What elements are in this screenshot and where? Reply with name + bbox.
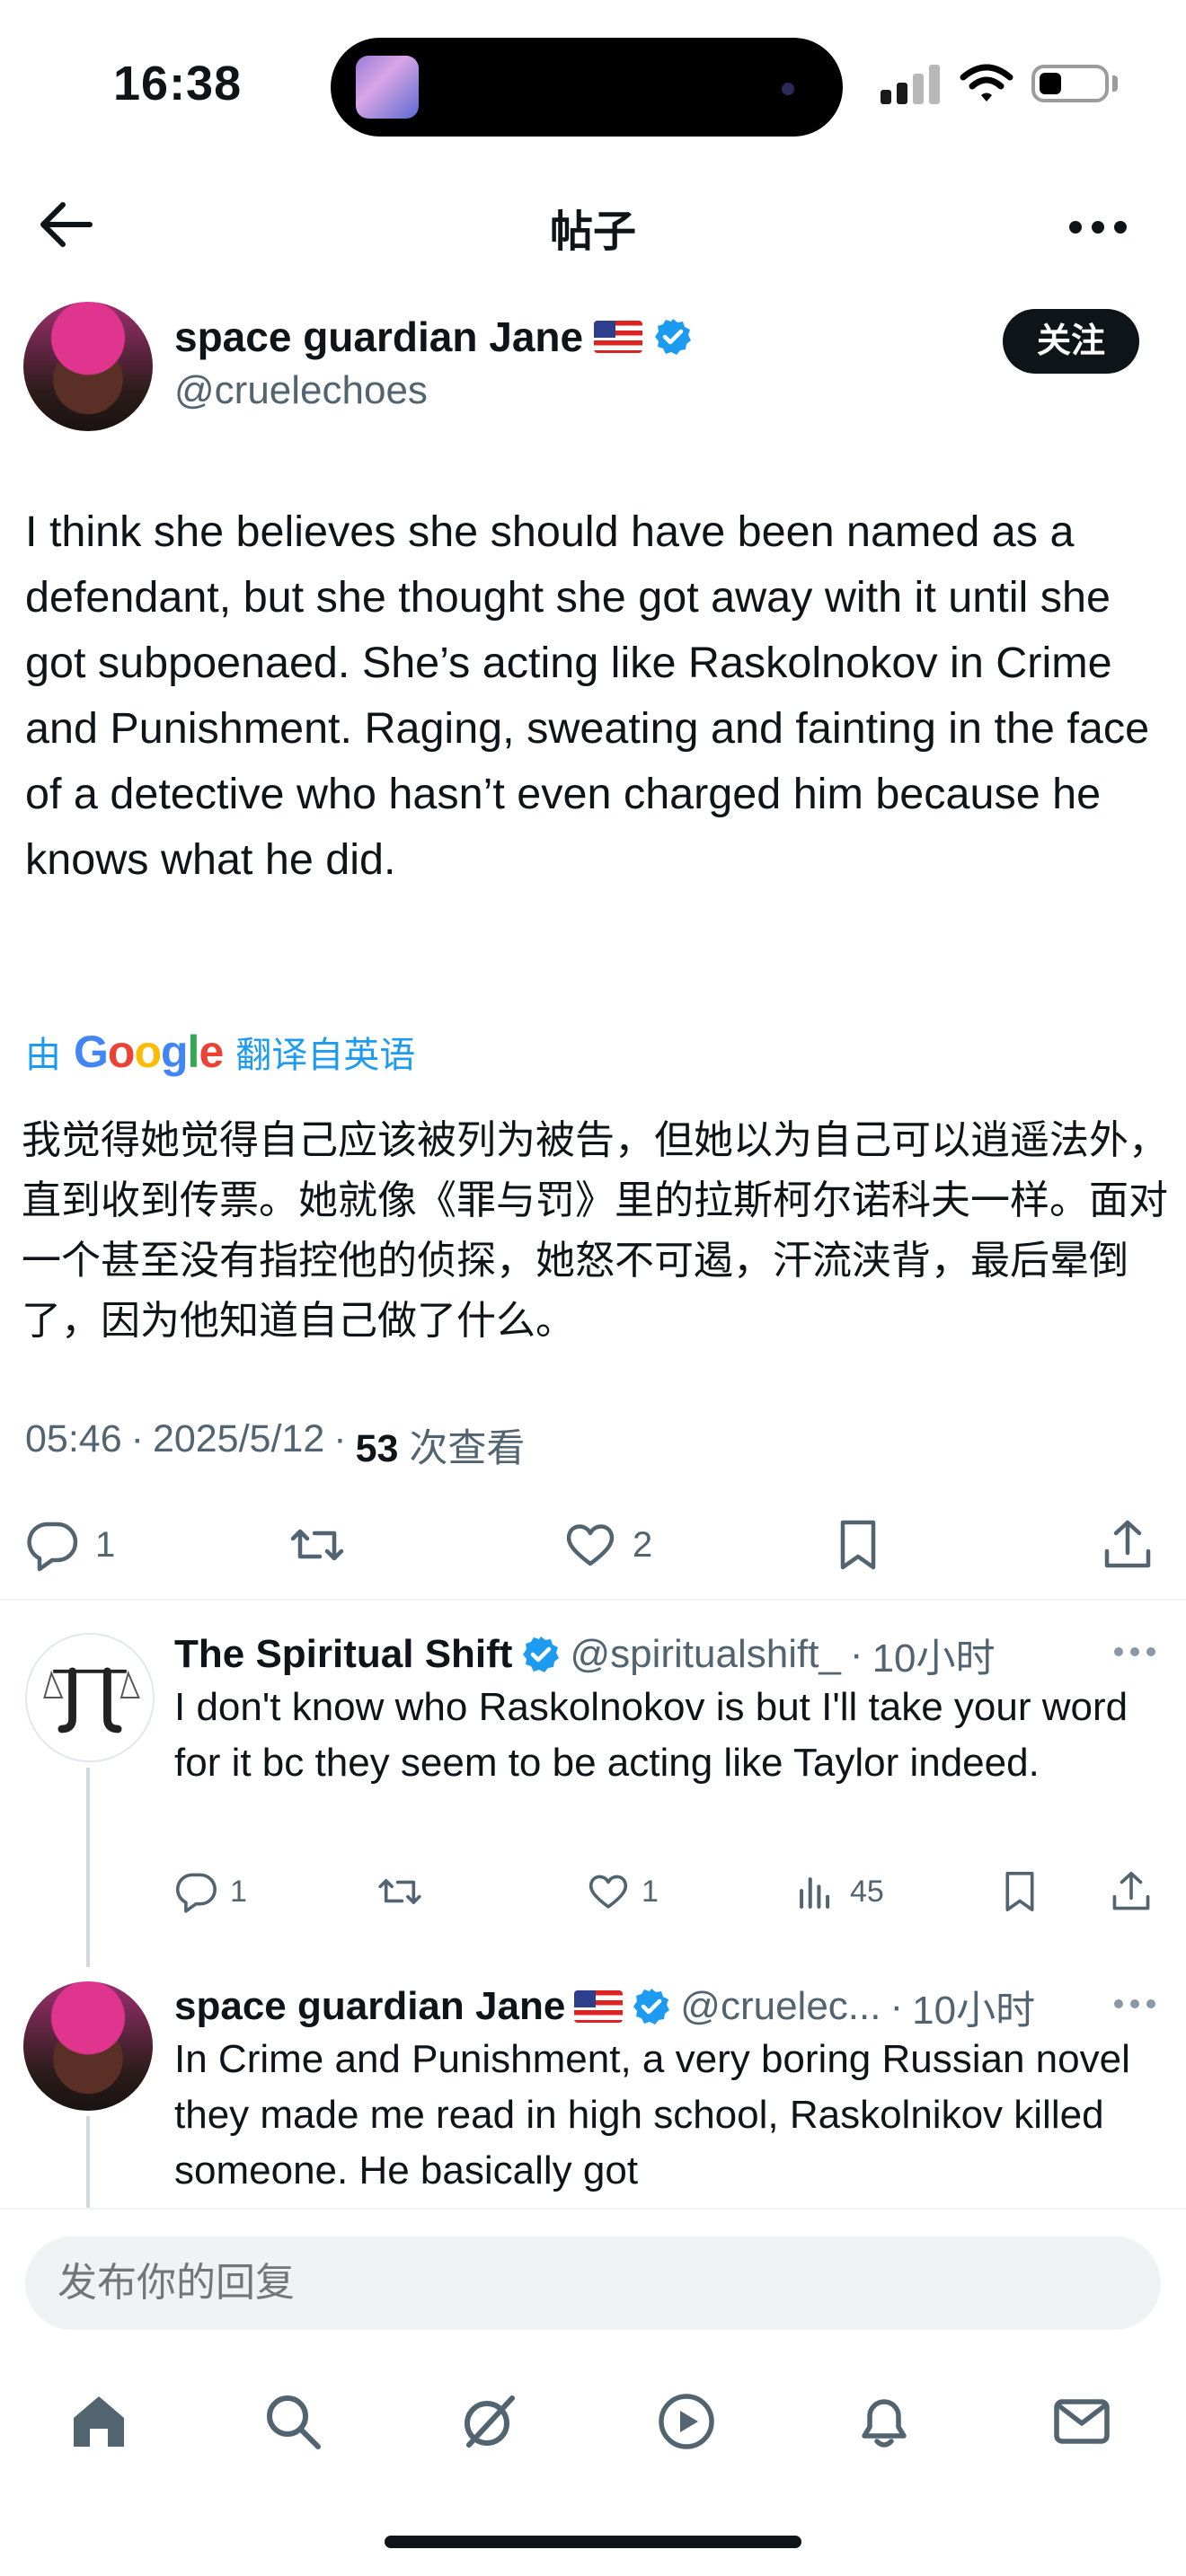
reply-action-bar: 1 1 45 — [0, 1865, 1186, 1919]
author-handle[interactable]: @cruelechoes — [174, 368, 428, 413]
reply-avatar[interactable] — [23, 1981, 153, 2111]
post-action-bar: 1 2 — [0, 1509, 1186, 1599]
follow-button[interactable]: 关注 — [1003, 309, 1139, 374]
share-icon — [1104, 1520, 1151, 1568]
reply-author-name[interactable]: space guardian Jane — [174, 1984, 565, 2029]
search-icon[interactable] — [261, 2389, 325, 2454]
like-count: 2 — [633, 1524, 653, 1565]
reply-author-handle[interactable]: @cruelec... — [680, 1984, 881, 2029]
view-count: 45 — [850, 1874, 884, 1909]
retweet-button[interactable] — [377, 1865, 422, 1919]
us-flag-icon — [594, 321, 643, 353]
verified-icon — [523, 1636, 560, 1672]
share-button[interactable] — [1100, 1509, 1155, 1581]
bookmark-button[interactable] — [830, 1509, 886, 1581]
reply-age: 10小时 — [872, 1636, 996, 1681]
reply-icon — [175, 1873, 217, 1913]
divider — [0, 1599, 1186, 1601]
analytics-icon — [800, 1877, 830, 1909]
status-time: 16:38 — [113, 57, 243, 110]
grok-icon[interactable] — [456, 2389, 521, 2454]
like-button[interactable]: 2 — [562, 1509, 652, 1581]
reply-author-handle[interactable]: @spiritualshift_ — [570, 1632, 840, 1677]
more-icon[interactable] — [1069, 221, 1127, 235]
reply-age: 10小时 — [912, 1989, 1036, 2033]
reply-button[interactable]: 1 — [174, 1865, 247, 1919]
like-button[interactable]: 1 — [586, 1865, 659, 1919]
reply-header: The Spiritual Shift @spiritualshift_ · 1… — [174, 1626, 996, 1683]
dynamic-island[interactable] — [331, 38, 843, 137]
translate-prefix: 由 — [25, 1036, 61, 1075]
reply-icon — [27, 1522, 78, 1572]
share-button[interactable] — [1109, 1865, 1154, 1919]
scales-logo-icon — [43, 1667, 140, 1734]
now-playing-artwork — [356, 56, 419, 119]
notifications-icon[interactable] — [852, 2389, 916, 2454]
reply-count: 1 — [230, 1874, 247, 1909]
translate-suffix[interactable]: 翻译自英语 — [235, 1026, 415, 1078]
retweet-icon — [378, 1879, 421, 1904]
cellular-signal-icon — [881, 65, 943, 104]
verified-icon — [655, 319, 692, 355]
thread-line — [86, 2116, 90, 2208]
top-bar: 帖子 — [0, 171, 1186, 278]
reply-button[interactable]: 1 — [25, 1509, 115, 1581]
author-name[interactable]: space guardian Jane — [174, 313, 583, 361]
reply-composer-input[interactable] — [25, 2236, 1161, 2330]
post-date: 2025/5/12 — [152, 1417, 325, 1460]
author-avatar[interactable] — [23, 302, 153, 431]
home-icon[interactable] — [66, 2389, 131, 2454]
bookmark-icon — [1005, 1872, 1034, 1911]
post-text: I think she believes she should have bee… — [25, 507, 1150, 884]
like-icon — [566, 1524, 615, 1566]
like-icon — [589, 1875, 628, 1909]
google-logo: Google — [74, 1027, 224, 1077]
bookmark-icon — [840, 1520, 876, 1570]
view-count-label: 次查看 — [409, 1427, 526, 1470]
messages-icon[interactable] — [1049, 2389, 1114, 2454]
view-count[interactable]: 53 次查看 — [356, 1417, 526, 1473]
analytics-button[interactable]: 45 — [794, 1865, 884, 1919]
translated-text: 我觉得她觉得自己应该被列为被告，但她以为自己可以逍遥法外，直到收到传票。她就像《… — [22, 1118, 1168, 1343]
retweet-icon — [290, 1529, 344, 1561]
tab-bar — [0, 2362, 1186, 2470]
more-icon[interactable] — [1114, 1999, 1155, 2010]
view-count-number: 53 — [355, 1427, 399, 1470]
reply-header: space guardian Jane @cruelec... · 10小时 — [174, 1978, 1035, 2035]
battery-cap — [1112, 75, 1118, 92]
post-meta: 05:46 · 2025/5/12 · 53 次查看 — [25, 1417, 525, 1473]
reply-count: 1 — [95, 1524, 116, 1565]
more-icon[interactable] — [1114, 1647, 1155, 1658]
share-icon — [1112, 1872, 1150, 1910]
bottom-area — [0, 2208, 1186, 2576]
post-time: 05:46 — [25, 1417, 122, 1460]
page-title: 帖子 — [549, 208, 636, 256]
reply-text: I don't know who Raskolnokov is but I'll… — [174, 1685, 1128, 1785]
activity-indicator — [782, 83, 794, 95]
home-indicator[interactable] — [385, 2536, 801, 2548]
bookmark-button[interactable] — [997, 1865, 1042, 1919]
retweet-button[interactable] — [289, 1509, 345, 1581]
battery-icon — [1031, 65, 1109, 102]
verified-icon — [633, 1989, 670, 2025]
translation-attribution[interactable]: 由 Google 翻译自英语 — [25, 1026, 415, 1078]
author-name-row[interactable]: space guardian Jane — [174, 313, 693, 361]
reply-text: In Crime and Punishment, a very boring R… — [174, 2037, 1130, 2192]
reply-avatar[interactable] — [25, 1633, 155, 1762]
us-flag-icon — [574, 1990, 624, 2023]
video-icon[interactable] — [654, 2389, 719, 2454]
wifi-icon — [960, 64, 1013, 101]
reply-author-name[interactable]: The Spiritual Shift — [174, 1632, 512, 1677]
like-count: 1 — [642, 1874, 659, 1909]
status-bar: 16:38 — [0, 0, 1186, 171]
